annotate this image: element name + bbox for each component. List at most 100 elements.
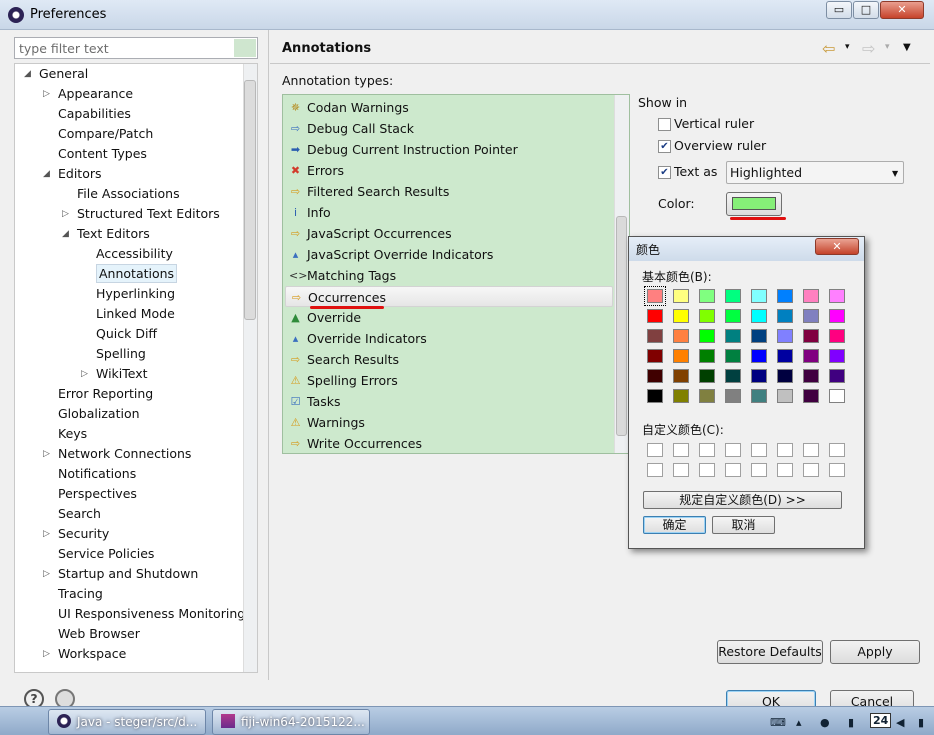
custom-color-swatch[interactable] [673, 443, 689, 457]
custom-color-swatch[interactable] [777, 463, 793, 477]
tree-item[interactable]: ▷ Network Connections [43, 444, 191, 464]
tree-item[interactable]: Linked Mode [96, 304, 175, 324]
custom-color-swatch[interactable] [725, 463, 741, 477]
tree-item[interactable]: ▷ WikiText [81, 364, 148, 384]
tree-item[interactable]: Accessibility [96, 244, 173, 264]
basic-color-swatch[interactable] [803, 289, 819, 303]
color-ok-button[interactable]: 确定 [643, 516, 706, 534]
forward-dropdown-icon[interactable]: ▾ [885, 42, 890, 52]
basic-color-swatch[interactable] [699, 349, 715, 363]
annotation-type-item[interactable]: ⇨ Debug Call Stack [285, 118, 613, 139]
annotation-type-item[interactable]: ⇨ Write Occurrences [285, 433, 613, 453]
keyboard-icon[interactable]: ⌨ [770, 716, 786, 729]
filter-input[interactable]: type filter text [14, 37, 258, 59]
custom-color-swatch[interactable] [647, 463, 663, 477]
annotation-type-item[interactable]: ⇨ Occurrences [285, 286, 613, 307]
view-menu-icon[interactable]: ▼ [903, 42, 911, 53]
color-dialog-close-button[interactable]: ✕ [815, 238, 859, 255]
tree-item[interactable]: Capabilities [58, 104, 131, 124]
basic-color-swatch[interactable] [751, 329, 767, 343]
tree-item[interactable]: ◢ Editors [43, 164, 102, 184]
basic-color-swatch[interactable] [647, 389, 663, 403]
custom-color-swatch[interactable] [725, 443, 741, 457]
annotation-type-item[interactable]: ⇨ Filtered Search Results [285, 181, 613, 202]
tree-item[interactable]: ▷ Security [43, 524, 109, 544]
expand-icon[interactable]: ▷ [43, 524, 50, 544]
restore-defaults-button[interactable]: Restore Defaults [717, 640, 823, 664]
expand-icon[interactable]: ▷ [43, 84, 50, 104]
volume-icon[interactable]: ◀ [896, 716, 904, 729]
color-cancel-button[interactable]: 取消 [712, 516, 775, 534]
tray-arrow-icon[interactable]: ▴ [796, 716, 802, 729]
tree-item[interactable]: UI Responsiveness Monitoring [58, 604, 245, 624]
annotation-type-item[interactable]: ⚠ Warnings [285, 412, 613, 433]
basic-color-swatch[interactable] [699, 369, 715, 383]
basic-color-swatch[interactable] [725, 389, 741, 403]
tree-item[interactable]: ▷ Structured Text Editors [62, 204, 220, 224]
annotation-type-item[interactable]: ▴ JavaScript Override Indicators [285, 244, 613, 265]
tree-item[interactable]: Keys [58, 424, 87, 444]
basic-color-swatch[interactable] [725, 289, 741, 303]
tree-item[interactable]: Perspectives [58, 484, 137, 504]
basic-color-swatch[interactable] [751, 389, 767, 403]
define-custom-colors-button[interactable]: 规定自定义颜色(D) >> [643, 491, 842, 509]
collapse-icon[interactable]: ◢ [43, 164, 50, 184]
tree-item[interactable]: Globalization [58, 404, 140, 424]
basic-color-swatch[interactable] [647, 369, 663, 383]
custom-color-swatch[interactable] [751, 443, 767, 457]
tree-item[interactable]: ◢ Text Editors [62, 224, 150, 244]
tree-item[interactable]: Notifications [58, 464, 136, 484]
tree-item[interactable]: Web Browser [58, 624, 140, 644]
vertical-ruler-checkbox[interactable] [658, 118, 671, 131]
basic-color-swatch[interactable] [777, 369, 793, 383]
tree-scrollbar-thumb[interactable] [244, 80, 256, 320]
custom-color-swatch[interactable] [829, 443, 845, 457]
custom-color-swatch[interactable] [647, 443, 663, 457]
custom-color-swatch[interactable] [699, 463, 715, 477]
annotation-type-item[interactable]: ⇨ JavaScript Occurrences [285, 223, 613, 244]
basic-color-swatch[interactable] [777, 329, 793, 343]
network-icon[interactable]: ▮ [848, 716, 854, 729]
basic-color-swatch[interactable] [673, 309, 689, 323]
tree-item[interactable]: Error Reporting [58, 384, 153, 404]
basic-color-swatch[interactable] [673, 329, 689, 343]
annotation-type-item[interactable]: ▴ Override Indicators [285, 328, 613, 349]
expand-icon[interactable]: ▷ [43, 444, 50, 464]
tree-item[interactable]: Spelling [96, 344, 146, 364]
custom-color-swatch[interactable] [699, 443, 715, 457]
custom-color-swatch[interactable] [673, 463, 689, 477]
basic-color-swatch[interactable] [725, 369, 741, 383]
back-arrow-icon[interactable]: ⇦ [822, 39, 835, 58]
apply-button[interactable]: Apply [830, 640, 920, 664]
basic-color-swatch[interactable] [673, 349, 689, 363]
basic-color-swatch[interactable] [751, 309, 767, 323]
basic-color-swatch[interactable] [829, 329, 845, 343]
annotation-type-item[interactable]: <> Matching Tags [285, 265, 613, 286]
tree-item[interactable]: Annotations [96, 264, 178, 284]
basic-color-swatch[interactable] [829, 389, 845, 403]
basic-color-swatch[interactable] [803, 329, 819, 343]
basic-color-swatch[interactable] [647, 349, 663, 363]
calendar-icon[interactable]: 24 [870, 713, 892, 728]
list-scrollbar-thumb[interactable] [616, 216, 627, 436]
tree-item[interactable]: Quick Diff [96, 324, 157, 344]
taskbar-item-fiji[interactable]: fiji-win64-2015122... [212, 709, 370, 735]
custom-color-swatch[interactable] [829, 463, 845, 477]
basic-color-swatch[interactable] [777, 289, 793, 303]
tree-item[interactable]: Search [58, 504, 101, 524]
expand-icon[interactable]: ▷ [62, 204, 69, 224]
tree-item[interactable]: Tracing [58, 584, 103, 604]
annotation-type-item[interactable]: i Info [285, 202, 613, 223]
tree-item[interactable]: File Associations [77, 184, 180, 204]
basic-color-swatch[interactable] [673, 289, 689, 303]
basic-color-swatch[interactable] [777, 349, 793, 363]
collapse-icon[interactable]: ◢ [62, 224, 69, 244]
basic-color-swatch[interactable] [751, 349, 767, 363]
text-as-select[interactable]: Highlighted [726, 161, 904, 184]
basic-color-swatch[interactable] [803, 349, 819, 363]
basic-color-swatch[interactable] [699, 389, 715, 403]
basic-color-swatch[interactable] [803, 389, 819, 403]
basic-color-swatch[interactable] [829, 309, 845, 323]
custom-color-swatch[interactable] [803, 463, 819, 477]
maximize-button[interactable]: □ [853, 1, 879, 19]
